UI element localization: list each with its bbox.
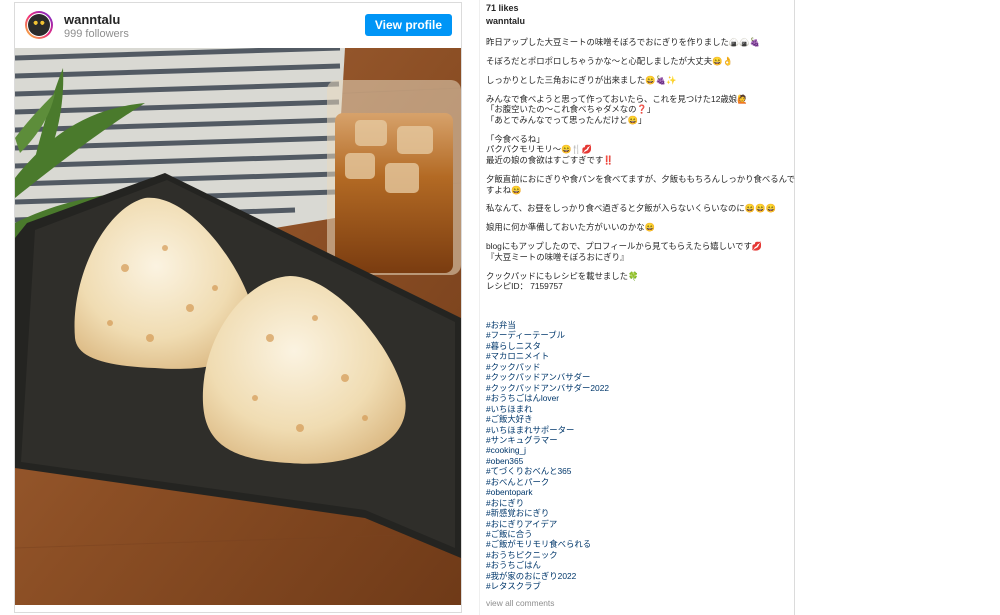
hashtag-link[interactable]: #ご飯がモリモリ食べられる [486,539,591,550]
hashtag-link[interactable]: #クックパッドアンバサダー [486,372,590,383]
caption-line: パクパクモリモリ〜😄🍴💋 [486,144,593,155]
caption-line: そぼろだとポロポロしちゃうかな〜と心配しましたが大丈夫😄👌 [486,55,733,66]
hashtag-link[interactable]: #クックパッド [486,362,541,373]
hashtag-link[interactable]: #新感覚おにぎり [486,508,549,519]
hashtag-link[interactable]: #cooking_j [486,445,526,456]
view-profile-button[interactable]: View profile [364,14,452,36]
caption-line: 娘用に何か準備しておいた方がいいのかな😄 [486,222,656,233]
hashtag-link[interactable]: #ご飯に合う [486,529,533,540]
hashtag-link[interactable]: #おうちごはんlover [486,393,559,404]
hashtag-link[interactable]: #レタスクラブ [486,581,541,592]
hashtag-link[interactable]: #お弁当 [486,320,516,331]
like-count: 71 likes [486,3,519,13]
caption-username[interactable]: wanntalu [486,16,525,26]
caption-line: blogにもアップしたので、プロフィールから見てもらえたら嬉しいです💋 [486,241,763,252]
hashtag-link[interactable]: #おべんとパーク [486,477,549,488]
hashtag-link[interactable]: #てづくりおべんと365 [486,466,571,477]
hashtag-link[interactable]: #おにぎり [486,498,524,509]
hashtag-link[interactable]: #フーディーテーブル [486,330,565,341]
hashtag-link[interactable]: #obentopark [486,487,533,498]
hashtag-link[interactable]: #ご飯大好き [486,414,533,425]
post-photo[interactable] [15,48,461,605]
hashtag-link[interactable]: #いちほまれ [486,404,533,415]
caption-line: 最近の娘の食欲はすごすぎです‼️ [486,155,614,165]
caption-line: 「お腹空いたの〜これ食べちゃダメなの❓」 [486,104,656,115]
post-card: wanntalu 999 followers View profile [14,2,462,613]
caption-line: みんなで食べようと思って作っておいたら、これを見つけた12歳娘🙋 [486,93,748,104]
follower-count: 999 followers [64,28,129,40]
caption-line: 『大豆ミートの味噌そぼろおにぎり』 [486,251,629,262]
post-header: wanntalu 999 followers View profile [15,3,461,47]
caption-line: 昨日アップした大豆ミートの味噌そぼろでおにぎりを作りました🍙🍙🍇 [486,37,761,47]
hashtag-link[interactable]: #クックパッドアンバサダー2022 [486,383,609,394]
hashtag-link[interactable]: #おうちごはん [486,560,541,571]
caption-line: 「あとでみんなでって思ったんだけど😄」 [486,114,647,125]
hashtag-link[interactable]: #oben365 [486,456,523,467]
caption-line: 私なんて、お昼をしっかり食べ過ぎると夕飯が入らないくらいなのに😄😄😄 [486,203,777,214]
caption-line: クックパッドにもレシピを載せました🍀 [486,270,639,281]
username[interactable]: wanntalu [64,12,120,27]
hashtag-link[interactable]: #我が家のおにぎり2022 [486,571,576,582]
hashtag-link[interactable]: #暮らしニスタ [486,341,541,352]
view-all-comments-link[interactable]: view all comments [486,598,554,608]
hashtag-link[interactable]: #マカロニメイト [486,351,549,362]
hashtag-link[interactable]: #おうちピクニック [486,550,558,561]
caption-line: 「今食べるね」 [486,133,545,144]
avatar[interactable] [25,11,53,39]
caption-line: しっかりとした三角おにぎりが出来ました😄🍇✨ [486,74,677,85]
caption-line: レシピID： 7159757 [486,281,563,292]
caption-line: すよね😄 [486,184,522,195]
cat-avatar-icon [28,14,50,36]
hashtag-link[interactable]: #サンキュグラマー [486,435,558,446]
hashtag-link[interactable]: #おにぎりアイデア [486,519,557,530]
caption-line: 夕飯直前におにぎりや食パンを食べてますが、夕飯ももちろんしっかり食べるんで [486,173,795,184]
hashtag-link[interactable]: #いちほまれサポーター [486,425,574,436]
caption-pane: 71 likes wanntalu 昨日アップした大豆ミートの味噌そぼろでおにぎ… [479,0,795,615]
